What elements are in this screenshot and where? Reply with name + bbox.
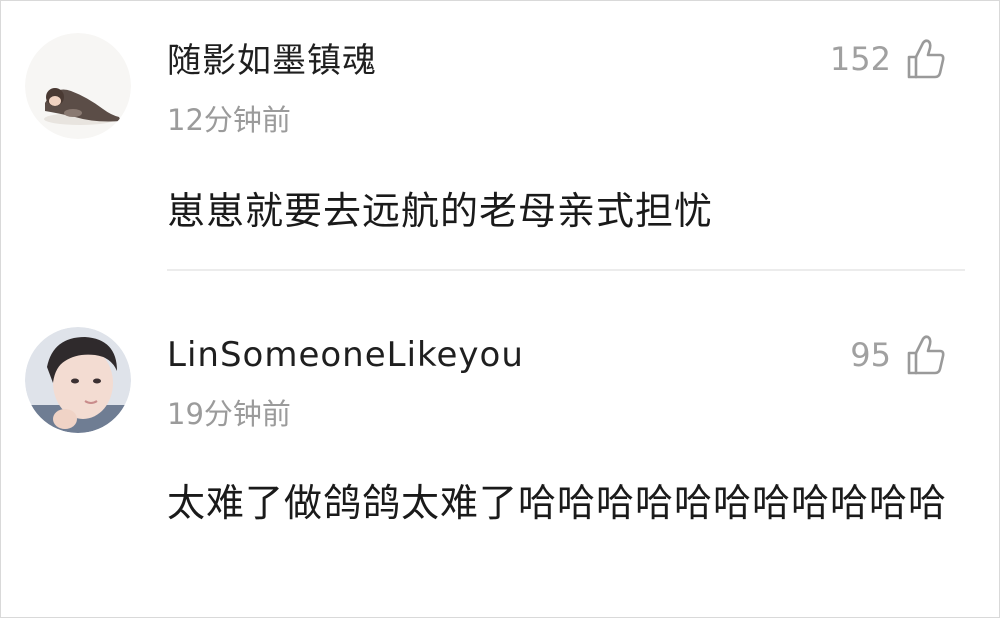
avatar[interactable]	[25, 327, 131, 433]
thumbs-up-icon[interactable]	[905, 37, 947, 81]
cartoon-avatar-icon	[25, 33, 131, 139]
thumbs-up-icon[interactable]	[905, 333, 947, 377]
comment-username[interactable]: 随影如墨镇魂	[167, 41, 377, 81]
like-count: 152	[829, 40, 891, 78]
like-count: 95	[850, 336, 891, 374]
comment-time: 12分钟前	[167, 103, 291, 137]
divider	[167, 269, 965, 271]
like-control[interactable]: 152	[830, 37, 947, 81]
photo-avatar-icon	[25, 327, 131, 433]
avatar[interactable]	[25, 33, 131, 139]
comment-item: 随影如墨镇魂 12分钟前 152 崽崽就要去远航的老母亲式担忧	[1, 1, 1000, 271]
comment-item: LinSomeoneLikeyou 19分钟前 95 太难了做鸽鸽太难了哈哈哈哈…	[1, 273, 1000, 619]
comment-list: 随影如墨镇魂 12分钟前 152 崽崽就要去远航的老母亲式担忧 LinSomeo…	[0, 0, 1000, 618]
comment-username[interactable]: LinSomeoneLikeyou	[167, 335, 524, 375]
like-control[interactable]: 95	[850, 333, 947, 377]
comment-text: 太难了做鸽鸽太难了哈哈哈哈哈哈哈哈哈哈哈	[167, 481, 948, 525]
comment-text: 崽崽就要去远航的老母亲式担忧	[167, 189, 714, 233]
comment-time: 19分钟前	[167, 397, 291, 431]
